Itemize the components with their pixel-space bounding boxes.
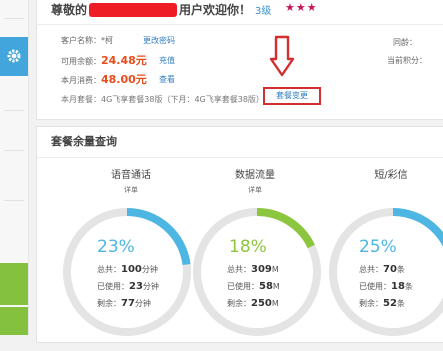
used-unit: 分钟 [142,282,159,291]
sms-used: 已使用：18条 [359,281,413,292]
sms-left: 剩余：52条 [359,298,405,309]
balance-row: 可用余额：24.48元 [61,52,147,68]
voice-usage-ring: 23% 总共：100分钟 已使用：23分钟 剩余：77分钟 [57,197,197,351]
left-unit: 分钟 [134,299,151,308]
data-used: 已使用：58M [227,281,280,292]
view-link[interactable]: 查看 [159,74,175,85]
data-percent: 18% [229,237,267,257]
customer-name: 客户名称：*柯 [61,36,113,45]
usage-card: 套餐余量查询 语音通话 详单 数据流量 详单 短/彩信 23% 总共：100分钟… [36,126,443,343]
recharge-link[interactable]: 充值 [159,55,175,66]
change-password-label[interactable]: 更改密码 [143,36,175,45]
greeting: 尊敬的 用户欢迎你！ 3级 [51,1,271,18]
sms-usage-ring: 25% 总共：70条 已使用：18条 剩余：52条 [323,197,443,351]
total-unit: 条 [396,265,405,274]
voice-total: 总共：100分钟 [97,264,158,275]
gear-icon [7,49,21,63]
left-label: 剩余： [227,299,251,308]
greeting-prefix: 尊敬的 [51,3,88,17]
used-label: 已使用： [227,282,259,291]
rating-stars: ★★★ [285,1,318,14]
usage-title: 套餐余量查询 [51,135,117,148]
data-column-header: 数据流量 详单 [215,166,295,195]
spend-label: 本月消费： [61,76,101,85]
data-usage-ring: 18% 总共：309M 已使用：58M 剩余：250M [187,197,327,351]
settings-tab[interactable] [0,37,28,76]
left-unit: M [271,299,279,308]
sidebar-divider [4,110,24,111]
total-label: 总共： [227,265,251,274]
sms-percent: 25% [359,237,397,257]
total-unit: 分钟 [141,265,158,274]
total-value: 100 [121,264,142,275]
package-change-button[interactable]: 套餐变更 [263,87,321,105]
data-total: 总共：309M [227,264,279,275]
sms-title: 短/彩信 [374,170,408,181]
total-value: 309 [251,264,272,275]
voice-title: 语音通话 [111,170,151,181]
left-label: 剩余： [359,299,383,308]
star-icon: ★ [285,1,296,14]
left-unit: 条 [396,299,405,308]
used-unit: 条 [404,282,413,291]
down-arrow-icon [269,35,295,77]
voice-used: 已使用：23分钟 [97,281,159,292]
star-icon: ★ [306,1,318,14]
sms-total: 总共：70条 [359,264,405,275]
total-label: 总共： [359,265,383,274]
left-value: 77 [121,298,135,309]
card-divider [37,157,443,158]
account-card: 尊敬的 用户欢迎你！ 3级 ★★★ 客户名称：*柯 更改密码 可用余额：24.48元… [36,0,443,120]
right-label-2: 当前积分： [387,56,427,65]
data-detail-link[interactable]: 详单 [215,185,295,195]
spend-value: 48.00元 [101,73,147,86]
user-level[interactable]: 3级 [255,6,271,17]
total-unit: M [271,265,279,274]
voice-column-header: 语音通话 详单 [91,166,171,195]
view-label[interactable]: 查看 [159,75,175,84]
card-divider [37,24,443,25]
balance-label: 可用余额： [61,57,101,66]
left-value: 250 [251,298,272,309]
data-title: 数据流量 [235,170,275,181]
used-value: 23 [129,281,143,292]
change-password-link[interactable]: 更改密码 [143,35,175,46]
voice-left: 剩余：77分钟 [97,298,151,309]
star-icon: ★ [295,1,307,14]
left-label: 剩余： [97,299,121,308]
voice-detail-link[interactable]: 详单 [91,185,171,195]
used-unit: M [272,282,280,291]
sms-column-header: 短/彩信 [351,166,431,181]
recharge-label[interactable]: 充值 [159,56,175,65]
data-left: 剩余：250M [227,298,279,309]
redacted-name [89,3,178,17]
voice-percent: 23% [97,237,135,257]
sidebar-green-tab[interactable] [0,263,28,305]
sidebar-divider [4,18,24,19]
sidebar-divider [4,200,24,201]
total-value: 70 [383,264,397,275]
used-label: 已使用： [97,282,129,291]
used-value: 58 [259,281,273,292]
package-info: 本月套餐：4G飞享套餐38版（下月：4G飞享套餐38版） [61,95,264,104]
sidebar-green-tab[interactable] [0,307,28,335]
balance-value: 24.48元 [101,54,147,67]
total-label: 总共： [97,265,121,274]
left-sidebar [0,0,29,335]
used-label: 已使用： [359,282,391,291]
left-value: 52 [383,298,397,309]
used-value: 18 [391,281,405,292]
right-label-1: 同龄： [393,38,417,47]
spend-row: 本月消费：48.00元 [61,71,147,87]
greeting-suffix: 用户欢迎你！ [179,3,252,17]
sidebar-divider [4,150,24,151]
